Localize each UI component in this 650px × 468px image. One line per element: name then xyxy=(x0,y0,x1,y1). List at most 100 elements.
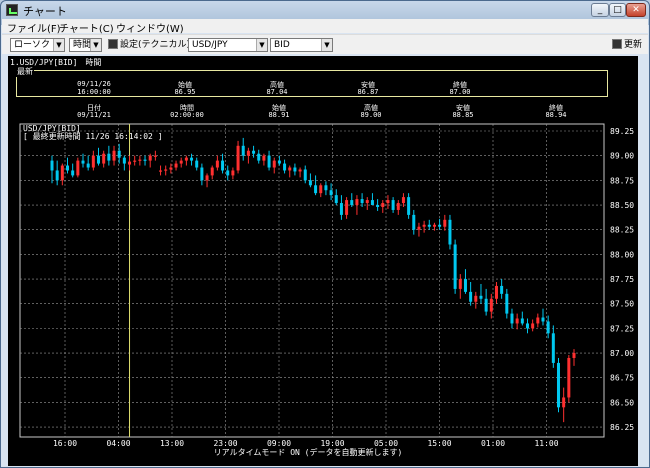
candle-body xyxy=(463,279,467,292)
candle-body xyxy=(81,160,85,164)
candle-body xyxy=(355,199,359,206)
y-tick-label: 86.50 xyxy=(610,398,634,407)
x-tick-label: 19:00 xyxy=(320,439,344,448)
plot-frame xyxy=(19,123,605,438)
candle-body xyxy=(50,160,54,171)
period-select[interactable]: 時間 ▼ xyxy=(69,38,102,52)
y-tick-label: 87.00 xyxy=(610,349,634,358)
title-bar[interactable]: チャート _ □ ✕ xyxy=(1,1,649,19)
close-button[interactable]: ✕ xyxy=(626,3,646,17)
candle-body xyxy=(531,323,535,329)
chevron-down-icon: ▼ xyxy=(321,39,332,51)
candle-body xyxy=(422,224,426,227)
menu-file[interactable]: ファイル(F) xyxy=(7,20,61,35)
x-tick-label: 04:00 xyxy=(106,439,130,448)
refresh-button[interactable]: 更新 xyxy=(612,38,642,52)
candle-body xyxy=(246,150,250,156)
candle-body xyxy=(169,167,173,170)
candle-body xyxy=(277,160,281,164)
candle-body xyxy=(71,170,75,176)
candle-body xyxy=(112,150,116,161)
candle-body xyxy=(107,153,111,161)
x-tick-label: 23:00 xyxy=(213,439,237,448)
settings-icon xyxy=(108,39,118,49)
candle-body xyxy=(525,323,529,329)
candle-body xyxy=(443,219,447,227)
y-tick-label: 88.75 xyxy=(610,176,634,185)
candle-body xyxy=(350,200,354,206)
maximize-button[interactable]: □ xyxy=(609,3,626,17)
candle-body xyxy=(236,145,240,171)
candlestick-chart[interactable]: USD/JPY[BID] [ 最終更新時間 11/26 16:14:02 ] 8… xyxy=(8,56,638,466)
minimize-button[interactable]: _ xyxy=(591,3,609,17)
candle-body xyxy=(345,200,349,215)
candle-body xyxy=(210,167,214,176)
chart-type-value: ローソク xyxy=(14,40,51,50)
settings-button[interactable]: 設定(テクニカル) xyxy=(108,38,190,52)
candle-body xyxy=(365,200,369,204)
candle-body xyxy=(401,197,405,204)
candle-body xyxy=(412,214,416,230)
candle-body xyxy=(205,175,209,181)
menu-chart[interactable]: チャート(C) xyxy=(59,20,114,35)
x-tick-label: 11:00 xyxy=(534,439,558,448)
candle-body xyxy=(432,224,436,227)
chart-type-select[interactable]: ローソク ▼ xyxy=(10,38,65,52)
candle-body xyxy=(60,165,64,181)
candle-body xyxy=(417,226,421,230)
candle-body xyxy=(407,197,411,215)
menu-bar: ファイル(F) チャート(C) ウィンドウ(W) xyxy=(2,19,648,35)
candle-body xyxy=(133,160,137,162)
candle-body xyxy=(97,155,101,164)
grid-layer: 89.25 89.00 88.75 88.50 88.25 88.00 87.75 87.50… xyxy=(20,124,634,448)
candle-body xyxy=(479,295,483,299)
candle-body xyxy=(505,293,509,314)
candle-body xyxy=(293,167,297,172)
candle-body xyxy=(153,155,157,157)
candle-body xyxy=(288,167,292,171)
y-tick-label: 87.50 xyxy=(610,300,634,309)
candle-body xyxy=(138,159,142,161)
candle-body xyxy=(241,145,245,156)
y-tick-label: 88.50 xyxy=(610,201,634,210)
toolbar: ローソク ▼ 時間 ▼ 設定(テクニカル) USD/JPY ▼ BID ▼ 更新 xyxy=(2,34,648,54)
candle-body xyxy=(515,318,519,324)
candle-body xyxy=(303,169,307,181)
y-tick-label: 88.25 xyxy=(610,226,634,235)
candle-body xyxy=(427,224,431,227)
candle-body xyxy=(448,219,452,245)
candle-body xyxy=(66,165,70,171)
candle-body xyxy=(329,190,333,196)
candle-body xyxy=(551,333,555,363)
candle-body xyxy=(215,160,219,168)
candle-body xyxy=(572,353,576,358)
candle-body xyxy=(76,160,80,176)
candle-body xyxy=(386,200,390,204)
menu-window[interactable]: ウィンドウ(W) xyxy=(116,20,184,35)
candle-body xyxy=(469,291,473,302)
candle-body xyxy=(546,321,550,334)
period-value: 時間 xyxy=(73,40,92,50)
realtime-mode-text: リアルタイムモード ON (データを自動更新します) xyxy=(214,447,403,457)
candle-body xyxy=(556,362,560,408)
y-tick-label: 89.25 xyxy=(610,127,634,136)
y-tick-label: 87.25 xyxy=(610,324,634,333)
y-tick-label: 87.75 xyxy=(610,275,634,284)
candle-body xyxy=(86,163,90,168)
candle-body xyxy=(128,161,132,165)
chevron-down-icon: ▼ xyxy=(256,39,267,51)
candle-body xyxy=(489,298,493,312)
side-select[interactable]: BID ▼ xyxy=(270,38,333,52)
candle-body xyxy=(226,170,230,176)
y-tick-label: 86.75 xyxy=(610,374,634,383)
candle-body xyxy=(195,160,199,168)
candle-body xyxy=(184,157,188,161)
candle-body xyxy=(164,169,168,171)
candle-body xyxy=(334,195,338,204)
candle-body xyxy=(148,155,152,161)
candle-body xyxy=(308,180,312,186)
candle-body xyxy=(453,244,457,289)
candle-body xyxy=(267,155,271,168)
symbol-select[interactable]: USD/JPY ▼ xyxy=(188,38,268,52)
x-tick-label: 01:00 xyxy=(481,439,505,448)
